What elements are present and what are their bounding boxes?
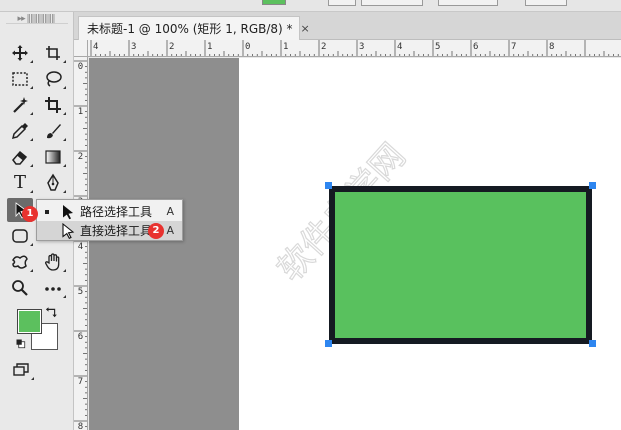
screen-mode-button[interactable] xyxy=(8,358,34,382)
anchor-point-bottom-left[interactable] xyxy=(325,340,332,347)
ruler-label: 1 xyxy=(283,42,289,52)
rectangle-marquee-icon xyxy=(12,72,28,86)
rounded-rectangle-tool[interactable] xyxy=(7,224,33,248)
rounded-rectangle-icon xyxy=(12,229,28,243)
options-fill-swatch[interactable] xyxy=(262,0,286,5)
flyout-item-label: 直接选择工具 xyxy=(80,224,153,238)
custom-shape-icon xyxy=(11,255,28,269)
ruler-label: 4 xyxy=(93,42,99,52)
eraser-tool[interactable] xyxy=(7,145,33,169)
screen-mode-icon xyxy=(13,363,29,376)
pen-tool[interactable] xyxy=(40,171,66,195)
close-icon[interactable]: × xyxy=(301,22,310,35)
ruler-label: 1 xyxy=(77,107,84,117)
type-icon: T xyxy=(13,172,26,193)
rectangle-shape-layer[interactable] xyxy=(329,186,592,344)
move-tool[interactable] xyxy=(7,41,33,65)
ruler-label: 4 xyxy=(397,42,403,52)
panel-divider xyxy=(6,23,68,24)
hand-icon xyxy=(45,253,60,271)
custom-shape-tool[interactable] xyxy=(7,250,33,274)
ruler-label: 0 xyxy=(245,42,251,52)
crop-icon xyxy=(45,97,61,113)
ruler-label: 7 xyxy=(511,42,517,52)
ruler-label: 8 xyxy=(549,42,555,52)
hand-tool[interactable] xyxy=(40,250,66,274)
ruler-label: 8 xyxy=(77,422,84,430)
artboard-icon xyxy=(46,46,60,60)
ruler-label: 5 xyxy=(435,42,441,52)
options-dropdown[interactable] xyxy=(438,0,498,6)
ruler-origin[interactable] xyxy=(74,40,88,57)
default-colors-button[interactable] xyxy=(13,336,29,352)
ruler-label: 2 xyxy=(169,42,175,52)
ruler-label: 4 xyxy=(77,242,84,252)
move-icon xyxy=(12,45,28,61)
document-tab-title: 未标题-1 @ 100% (矩形 1, RGB/8) * xyxy=(87,22,293,36)
lasso-icon xyxy=(46,71,62,87)
swap-colors-button[interactable] xyxy=(44,304,60,320)
foreground-color-swatch[interactable] xyxy=(17,309,42,334)
ruler-label: 3 xyxy=(131,42,137,52)
more-tools[interactable] xyxy=(40,276,66,300)
panel-grip[interactable]: ▸▸ ‖‖‖‖‖‖‖‖ xyxy=(4,15,68,24)
type-tool[interactable]: T xyxy=(7,171,33,195)
ruler-label: 5 xyxy=(77,287,84,297)
ruler-label: 6 xyxy=(77,332,84,342)
horizontal-ruler-ticks xyxy=(90,40,619,56)
artboard-tool[interactable] xyxy=(40,41,66,65)
ruler-label: 7 xyxy=(77,377,84,387)
brush-tool[interactable] xyxy=(40,119,66,143)
step-badge-2: 2 xyxy=(148,223,164,239)
flyout-item-path-selection[interactable]: 路径选择工具 A xyxy=(37,202,182,221)
anchor-point-top-right[interactable] xyxy=(589,182,596,189)
brush-icon xyxy=(47,124,61,139)
pen-icon xyxy=(47,173,59,191)
ruler-label: 0 xyxy=(77,62,84,72)
flyout-item-label: 路径选择工具 xyxy=(80,205,153,219)
default-colors-icon xyxy=(16,339,26,349)
ruler-label: 3 xyxy=(359,42,365,52)
anchor-point-bottom-right[interactable] xyxy=(589,340,596,347)
zoom-icon xyxy=(12,280,28,296)
vertical-ruler[interactable]: 012345678 xyxy=(74,57,88,430)
more-icon xyxy=(45,287,61,291)
step-badge-1: 1 xyxy=(22,206,38,222)
path-selection-arrow-icon xyxy=(63,205,73,220)
options-stroke-width-field[interactable] xyxy=(361,0,423,6)
eyedropper-tool[interactable] xyxy=(7,119,33,143)
ruler-label: 1 xyxy=(207,42,213,52)
options-stroke-swatch[interactable] xyxy=(328,0,356,6)
crop-tool[interactable] xyxy=(40,93,66,117)
direct-selection-arrow-icon xyxy=(62,223,75,239)
options-bar xyxy=(0,0,621,12)
eyedropper-icon xyxy=(11,123,28,140)
eraser-icon xyxy=(12,150,28,165)
zoom-tool[interactable] xyxy=(7,276,33,300)
options-field[interactable] xyxy=(525,0,567,6)
lasso-tool[interactable] xyxy=(40,67,66,91)
swap-arrows-icon xyxy=(45,307,57,318)
document-tab-bar: 未标题-1 @ 100% (矩形 1, RGB/8) * × xyxy=(74,12,621,40)
magic-wand-tool[interactable] xyxy=(7,93,33,117)
flyout-item-shortcut: A xyxy=(166,205,174,218)
pasteboard xyxy=(89,58,239,430)
gradient-icon xyxy=(45,150,61,164)
ruler-label: 2 xyxy=(321,42,327,52)
magic-wand-icon xyxy=(13,97,28,113)
ruler-label: 6 xyxy=(473,42,479,52)
document-tab[interactable]: 未标题-1 @ 100% (矩形 1, RGB/8) * × xyxy=(78,16,310,40)
gradient-tool[interactable] xyxy=(40,145,66,169)
rectangle-marquee-tool[interactable] xyxy=(7,67,33,91)
flyout-item-shortcut: A xyxy=(166,224,174,237)
anchor-point-top-left[interactable] xyxy=(325,182,332,189)
ruler-label: 2 xyxy=(77,152,84,162)
current-tool-bullet xyxy=(45,209,49,214)
horizontal-ruler[interactable]: 4 3 2 1 0 1 2 3 4 5 6 7 8 xyxy=(88,40,621,57)
